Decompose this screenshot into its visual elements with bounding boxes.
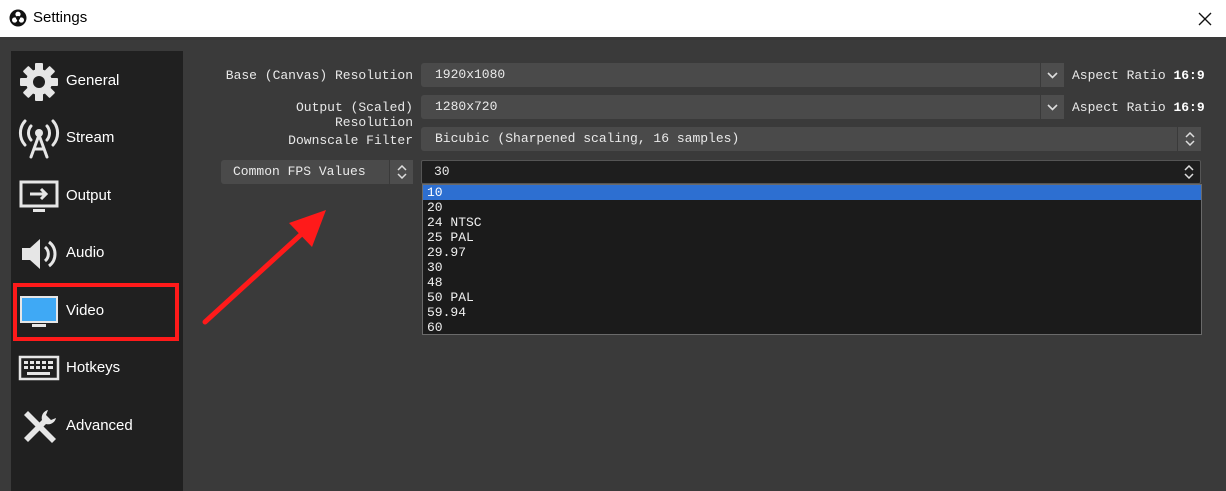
fps-type-select[interactable]: Common FPS Values [221, 160, 413, 184]
fps-option[interactable]: 48 [423, 275, 1201, 290]
sidebar-item-label: Stream [66, 129, 115, 146]
fps-option[interactable]: 60 [423, 320, 1201, 335]
output-resolution-combo[interactable]: 1280x720 [421, 95, 1064, 119]
downscale-filter-select[interactable]: Bicubic (Sharpened scaling, 16 samples) [421, 127, 1201, 151]
obs-logo-icon [9, 9, 27, 27]
fps-value-select[interactable]: 30 [421, 160, 1201, 184]
aspect-ratio-value: 16:9 [1173, 100, 1205, 115]
downscale-filter-value: Bicubic (Sharpened scaling, 16 samples) [435, 131, 740, 146]
title-bar: Settings [0, 0, 1226, 37]
fps-option[interactable]: 24 NTSC [423, 215, 1201, 230]
sidebar-item-label: General [66, 72, 120, 89]
video-highlight-annotation [13, 283, 179, 341]
chevron-down-icon [1047, 103, 1058, 111]
sidebar-item-output[interactable]: Output [11, 168, 183, 224]
sidebar-item-audio[interactable]: Audio [11, 225, 183, 281]
fps-option[interactable]: 50 PAL [423, 290, 1201, 305]
tools-icon [24, 410, 56, 443]
fps-option[interactable]: 20 [423, 200, 1201, 215]
up-down-chevron-icon [1184, 165, 1194, 179]
settings-content: General Stream Output Audio Video Hotkey… [0, 37, 1226, 491]
sidebar-item-label: Advanced [66, 417, 133, 434]
output-monitor-icon [19, 180, 59, 212]
gear-icon [20, 63, 58, 101]
fps-option[interactable]: 25 PAL [423, 230, 1201, 245]
base-resolution-label: Base (Canvas) Resolution [225, 68, 413, 83]
output-resolution-label: Output (Scaled) Resolution [295, 100, 413, 130]
sidebar-item-label: Audio [66, 244, 105, 261]
output-resolution-dropdown-button[interactable] [1040, 95, 1064, 119]
sidebar-item-label: Hotkeys [66, 359, 121, 376]
broadcast-antenna-icon [18, 119, 60, 159]
settings-sidebar: General Stream Output Audio Video Hotkey… [11, 51, 183, 491]
fps-current-value: 30 [434, 164, 450, 179]
speaker-icon [22, 239, 57, 269]
fps-dropdown-list: 10 20 24 NTSC 25 PAL 29.97 30 48 50 PAL … [422, 184, 1202, 335]
window-title: Settings [33, 9, 88, 26]
fps-option[interactable]: 29.97 [423, 245, 1201, 260]
output-aspect-ratio: Aspect Ratio 16:9 [1072, 100, 1205, 115]
base-resolution-value: 1920x1080 [435, 67, 506, 82]
base-resolution-dropdown-button[interactable] [1040, 63, 1064, 87]
sidebar-item-advanced[interactable]: Advanced [11, 398, 183, 454]
base-aspect-ratio: Aspect Ratio 16:9 [1072, 68, 1205, 83]
fps-option[interactable]: 59.94 [423, 305, 1201, 320]
aspect-ratio-label: Aspect Ratio [1072, 100, 1166, 115]
fps-type-spin-button[interactable] [389, 160, 413, 184]
sidebar-item-label: Output [66, 187, 112, 204]
close-button[interactable] [1192, 6, 1218, 32]
up-down-chevron-icon [396, 165, 407, 179]
chevron-down-icon [1047, 71, 1058, 79]
fps-type-value: Common FPS Values [233, 164, 366, 179]
downscale-filter-spin-button[interactable] [1177, 127, 1201, 151]
close-icon [1198, 12, 1212, 26]
sidebar-item-hotkeys[interactable]: Hotkeys [11, 340, 183, 396]
fps-value-spin-button[interactable] [1178, 161, 1200, 183]
output-resolution-value: 1280x720 [435, 99, 498, 114]
up-down-chevron-icon [1184, 132, 1195, 146]
sidebar-item-stream[interactable]: Stream [11, 110, 183, 166]
fps-option[interactable]: 10 [423, 185, 1201, 200]
sidebar-item-general[interactable]: General [11, 53, 183, 109]
aspect-ratio-value: 16:9 [1173, 68, 1205, 83]
fps-option[interactable]: 30 [423, 260, 1201, 275]
keyboard-icon [18, 355, 60, 381]
downscale-filter-label: Downscale Filter [288, 133, 413, 148]
base-resolution-combo[interactable]: 1920x1080 [421, 63, 1064, 87]
aspect-ratio-label: Aspect Ratio [1072, 68, 1166, 83]
annotation-arrow [202, 210, 326, 325]
